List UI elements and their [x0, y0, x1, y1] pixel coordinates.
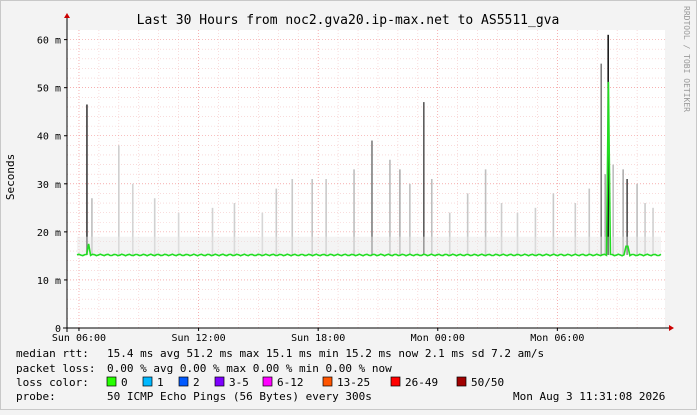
graph-border: [0, 0, 697, 410]
smokeping-graph: Last 30 Hours from noc2.gva20.ip-max.net…: [0, 0, 697, 410]
